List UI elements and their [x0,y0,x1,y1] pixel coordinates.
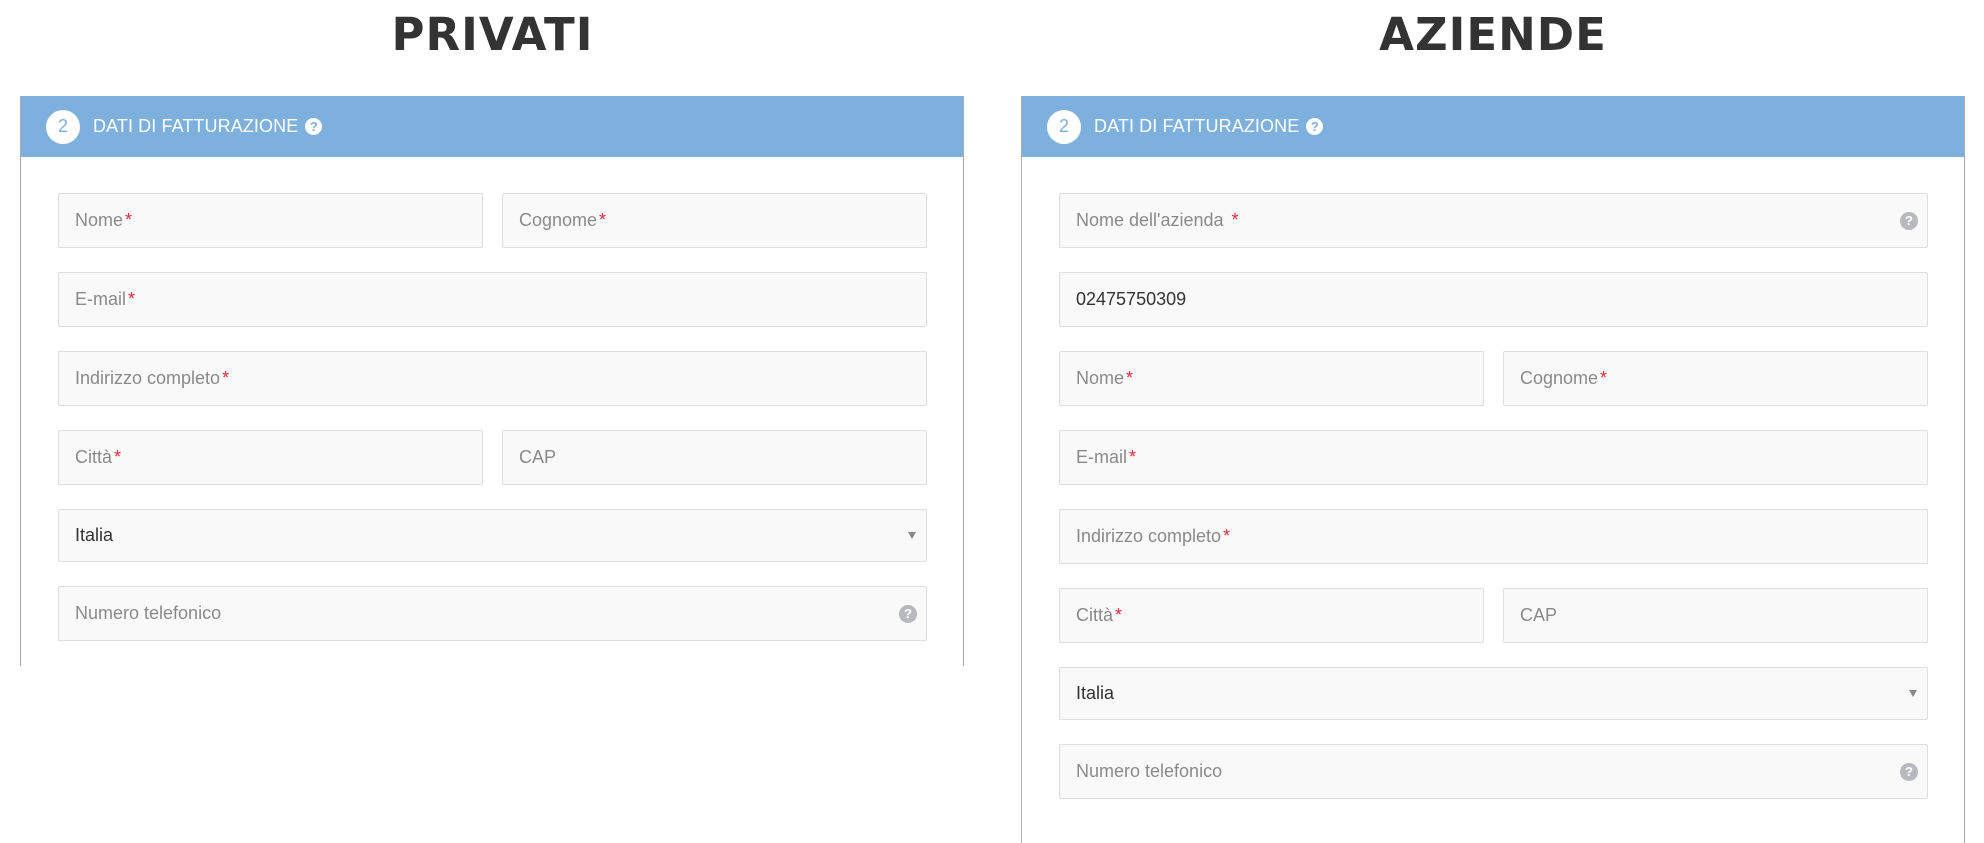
required-asterisk: * [1129,447,1137,467]
privati-section-header: 2 DATI DI FATTURAZIONE ? [21,96,963,157]
country-selected-value: Italia [1076,683,1115,703]
required-asterisk: * [128,289,136,309]
email-input[interactable]: E-mail * [1059,430,1928,485]
last-name-input[interactable]: Cognome * [1503,351,1928,406]
step-number-badge: 2 [1047,109,1081,144]
privati-title: PRIVATI [391,8,594,61]
postal-code-placeholder: CAP [1520,605,1558,625]
aziende-title: AZIENDE [1379,8,1607,61]
postal-code-input[interactable]: CAP [502,430,927,485]
section-title: DATI DI FATTURAZIONE [93,116,299,136]
last-name-input[interactable]: Cognome * [502,193,927,248]
help-icon[interactable]: ? [305,118,323,135]
last-name-placeholder: Cognome [1520,368,1599,388]
page: PRIVATI 2 DATI DI FATTURAZIONE ? Nome * C… [0,0,1984,843]
required-asterisk: * [1223,526,1231,546]
first-name-input[interactable]: Nome * [1059,351,1484,406]
help-icon[interactable]: ? [899,604,917,623]
required-asterisk: * [222,368,230,388]
company-name-placeholder: Nome dell'azienda [1076,210,1224,230]
city-placeholder: Città [1076,605,1114,625]
required-asterisk: * [1600,368,1608,388]
first-name-placeholder: Nome [1076,368,1125,388]
vat-number-value: 02475750309 [1076,289,1187,309]
required-asterisk: * [114,447,122,467]
email-input[interactable]: E-mail * [58,272,927,327]
city-input[interactable]: Città * [58,430,483,485]
phone-placeholder: Numero telefonico [75,603,222,623]
phone-placeholder: Numero telefonico [1076,761,1223,781]
aziende-section-header: 2 DATI DI FATTURAZIONE ? [1022,96,1964,157]
required-asterisk: * [1231,210,1239,230]
address-input[interactable]: Indirizzo completo * [58,351,927,406]
section-title: DATI DI FATTURAZIONE [1094,116,1300,136]
address-placeholder: Indirizzo completo [75,368,221,388]
postal-code-placeholder: CAP [519,447,557,467]
privati-billing-panel: 2 DATI DI FATTURAZIONE ? Nome * Cognome * … [20,96,964,666]
help-icon[interactable]: ? [1306,118,1324,135]
country-selected-value: Italia [75,525,114,545]
first-name-placeholder: Nome [75,210,124,230]
postal-code-input[interactable]: CAP [1503,588,1928,643]
help-icon[interactable]: ? [1900,211,1918,230]
country-select[interactable]: Italia [1059,667,1928,720]
step-number-badge: 2 [46,109,80,144]
email-placeholder: E-mail [75,289,127,309]
country-select[interactable]: Italia [58,509,927,562]
address-placeholder: Indirizzo completo [1076,526,1222,546]
address-input[interactable]: Indirizzo completo * [1059,509,1928,564]
last-name-placeholder: Cognome [519,210,598,230]
required-asterisk: * [599,210,607,230]
email-placeholder: E-mail [1076,447,1128,467]
first-name-input[interactable]: Nome * [58,193,483,248]
chevron-down-icon [908,531,916,539]
city-input[interactable]: Città * [1059,588,1484,643]
required-asterisk: * [1126,368,1134,388]
required-asterisk: * [125,210,133,230]
city-placeholder: Città [75,447,113,467]
vat-number-input[interactable]: 02475750309 [1059,272,1928,327]
phone-input[interactable]: Numero telefonico ? [1059,744,1928,799]
help-icon[interactable]: ? [1900,762,1918,781]
aziende-billing-panel: 2 DATI DI FATTURAZIONE ? Nome dell'azien… [1021,96,1965,843]
company-name-input[interactable]: Nome dell'azienda * ? [1059,193,1928,248]
phone-input[interactable]: Numero telefonico ? [58,586,927,641]
required-asterisk: * [1115,605,1123,625]
chevron-down-icon [1909,689,1917,697]
